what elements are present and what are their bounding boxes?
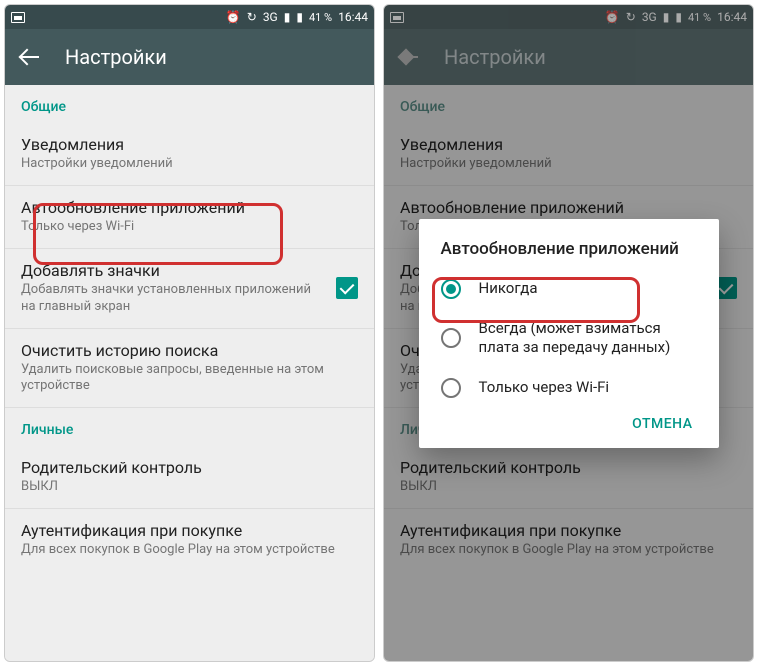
dialog-title: Автообновление приложений xyxy=(419,239,719,269)
radio-option-always[interactable]: Всегда (может взиматься плата за передач… xyxy=(419,309,719,368)
radio-label: Всегда (может взиматься плата за передач… xyxy=(479,319,697,358)
status-bar: ⏰ ↻ 3G ▮ ▮ 41 % 16:44 xyxy=(5,5,374,29)
phone-screen-left: ⏰ ↻ 3G ▮ ▮ 41 % 16:44 Настройки Общие Ув… xyxy=(4,4,375,662)
item-title: Добавлять значки xyxy=(21,261,318,280)
radio-unselected-icon xyxy=(441,378,461,398)
radio-label: Никогда xyxy=(479,279,538,299)
radio-label: Только через Wi-Fi xyxy=(479,378,610,398)
item-sub: Для всех покупок в Google Play на этом у… xyxy=(21,542,358,559)
dialog-scrim[interactable]: Автообновление приложений Никогда Всегда… xyxy=(384,5,753,661)
item-sub: Настройки уведомлений xyxy=(21,156,358,173)
item-sub: Добавлять значки установленных приложени… xyxy=(21,282,318,316)
battery-icon: ▮ xyxy=(296,10,303,24)
item-title: Аутентификация при покупке xyxy=(21,521,358,540)
radio-unselected-icon xyxy=(441,328,461,348)
sync-icon: ↻ xyxy=(247,10,257,24)
checkbox-checked-icon[interactable] xyxy=(336,277,358,299)
item-autoupdate[interactable]: Автообновление приложений Только через W… xyxy=(5,186,374,249)
section-general: Общие xyxy=(5,85,374,123)
screenshot-icon xyxy=(11,12,25,23)
section-personal: Личные xyxy=(5,408,374,446)
clock: 16:44 xyxy=(338,10,368,24)
cancel-button[interactable]: ОТМЕНА xyxy=(622,408,702,440)
item-sub: Только через Wi-Fi xyxy=(21,219,358,236)
item-sub: ВЫКЛ xyxy=(21,479,358,496)
phone-screen-right: ⏰ ↻ 3G ▮ ▮ 41 % 16:44 Настройки Общие Ув… xyxy=(383,4,754,662)
radio-option-wifi[interactable]: Только через Wi-Fi xyxy=(419,368,719,402)
item-notifications[interactable]: Уведомления Настройки уведомлений xyxy=(5,123,374,186)
back-icon[interactable] xyxy=(21,47,41,67)
item-parental[interactable]: Родительский контроль ВЫКЛ xyxy=(5,446,374,509)
toolbar: Настройки xyxy=(5,29,374,85)
item-title: Уведомления xyxy=(21,135,358,154)
autoupdate-dialog: Автообновление приложений Никогда Всегда… xyxy=(419,219,719,448)
signal-icon: ▮ xyxy=(284,10,291,24)
item-add-icons[interactable]: Добавлять значки Добавлять значки устано… xyxy=(5,249,374,329)
battery-pct: 41 % xyxy=(309,11,332,24)
alarm-icon: ⏰ xyxy=(226,10,241,24)
item-clear-history[interactable]: Очистить историю поиска Удалить поисковы… xyxy=(5,329,374,409)
item-auth[interactable]: Аутентификация при покупке Для всех поку… xyxy=(5,509,374,571)
settings-list: Общие Уведомления Настройки уведомлений … xyxy=(5,85,374,661)
item-title: Автообновление приложений xyxy=(21,198,358,217)
radio-selected-icon xyxy=(441,279,461,299)
item-title: Очистить историю поиска xyxy=(21,341,358,360)
network-label: 3G xyxy=(263,10,278,24)
item-title: Родительский контроль xyxy=(21,458,358,477)
toolbar-title: Настройки xyxy=(65,45,167,69)
item-sub: Удалить поисковые запросы, введенные на … xyxy=(21,362,358,396)
radio-option-never[interactable]: Никогда xyxy=(419,269,719,309)
